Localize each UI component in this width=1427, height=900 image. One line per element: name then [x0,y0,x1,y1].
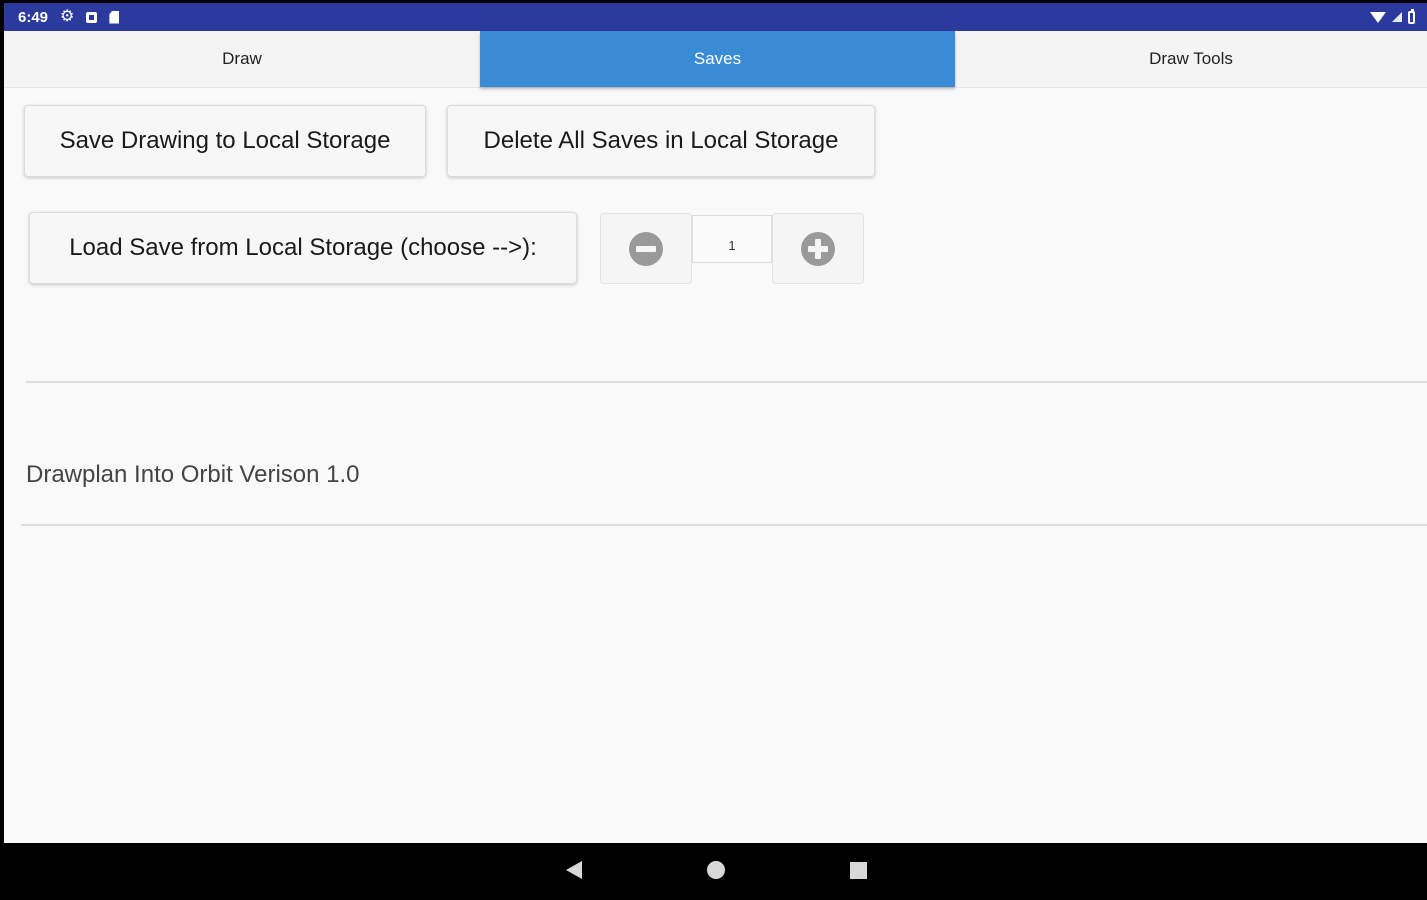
load-save-button[interactable]: Load Save from Local Storage (choose -->… [29,212,577,284]
version-text: Drawplan Into Orbit Verison 1.0 [26,461,360,488]
home-icon[interactable] [707,861,725,879]
save-slot-input[interactable] [692,215,772,263]
recent-apps-icon[interactable] [850,862,867,879]
divider [26,381,1427,383]
sd-card-icon [109,10,120,24]
tab-draw[interactable]: Draw [4,31,480,87]
status-time: 6:49 [18,8,49,26]
divider [21,524,1427,526]
decrement-button[interactable] [600,213,692,284]
delete-all-saves-button[interactable]: Delete All Saves in Local Storage [447,105,875,177]
signal-icon [1392,12,1402,22]
save-drawing-button[interactable]: Save Drawing to Local Storage [24,105,426,177]
plus-circle-icon [801,231,835,266]
wifi-icon [1370,11,1386,23]
back-icon[interactable] [566,861,582,879]
increment-button[interactable] [772,213,864,284]
tab-bar: Draw Saves Draw Tools [4,31,1427,88]
save-slot-stepper [600,213,864,284]
navigation-bar [0,843,1427,900]
battery-icon [1408,8,1415,24]
status-right [1370,3,1415,31]
device-frame: 6:49 ⚙ Draw Saves Draw Tools Save Drawin… [0,0,1427,900]
tab-saves[interactable]: Saves [480,31,955,87]
box-icon [86,11,98,23]
status-bar: 6:49 ⚙ [4,3,1427,31]
app-screen: Draw Saves Draw Tools Save Drawing to Lo… [4,31,1427,843]
minus-circle-icon [629,231,663,266]
gear-icon: ⚙ [60,8,75,25]
tab-draw-tools[interactable]: Draw Tools [955,31,1427,87]
status-left: 6:49 ⚙ [18,3,120,31]
